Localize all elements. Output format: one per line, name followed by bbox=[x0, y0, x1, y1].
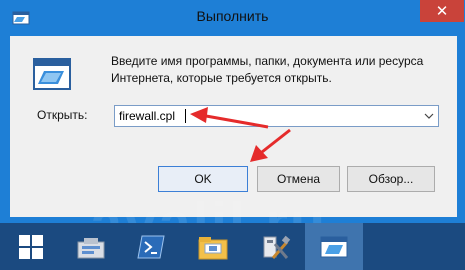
chevron-down-icon[interactable] bbox=[420, 106, 438, 126]
ok-button[interactable]: OK bbox=[158, 166, 248, 192]
admin-tools-icon bbox=[263, 235, 291, 259]
cancel-button[interactable]: Отмена bbox=[257, 166, 340, 192]
taskbar-run[interactable] bbox=[305, 223, 363, 270]
window-title: Выполнить bbox=[196, 8, 269, 24]
open-combobox[interactable]: firewall.cpl bbox=[114, 105, 439, 127]
taskbar-file-explorer[interactable] bbox=[184, 223, 242, 270]
taskbar-server-manager[interactable] bbox=[62, 223, 120, 270]
title-bar[interactable]: Выполнить ✕ bbox=[0, 0, 465, 36]
start-button[interactable] bbox=[2, 223, 60, 270]
browse-button[interactable]: Обзор... bbox=[347, 166, 435, 192]
run-dialog-icon bbox=[33, 58, 71, 90]
powershell-icon bbox=[137, 235, 165, 258]
file-explorer-icon bbox=[198, 236, 228, 259]
dialog-description: Введите имя программы, папки, документа … bbox=[111, 54, 424, 85]
taskbar-admin-tools[interactable] bbox=[246, 223, 304, 270]
windows-logo-icon bbox=[19, 234, 43, 259]
text-cursor bbox=[185, 109, 186, 123]
dialog-body: Введите имя программы, папки, документа … bbox=[10, 36, 457, 217]
open-label: Открыть: bbox=[37, 108, 88, 122]
run-dialog-window: Выполнить ✕ Введите имя программы, папки… bbox=[0, 0, 465, 223]
close-button[interactable]: ✕ bbox=[420, 0, 464, 22]
taskbar-powershell[interactable] bbox=[122, 223, 180, 270]
taskbar bbox=[0, 223, 465, 270]
server-manager-icon bbox=[77, 237, 105, 258]
open-input[interactable]: firewall.cpl bbox=[119, 109, 175, 123]
run-icon bbox=[320, 236, 348, 257]
